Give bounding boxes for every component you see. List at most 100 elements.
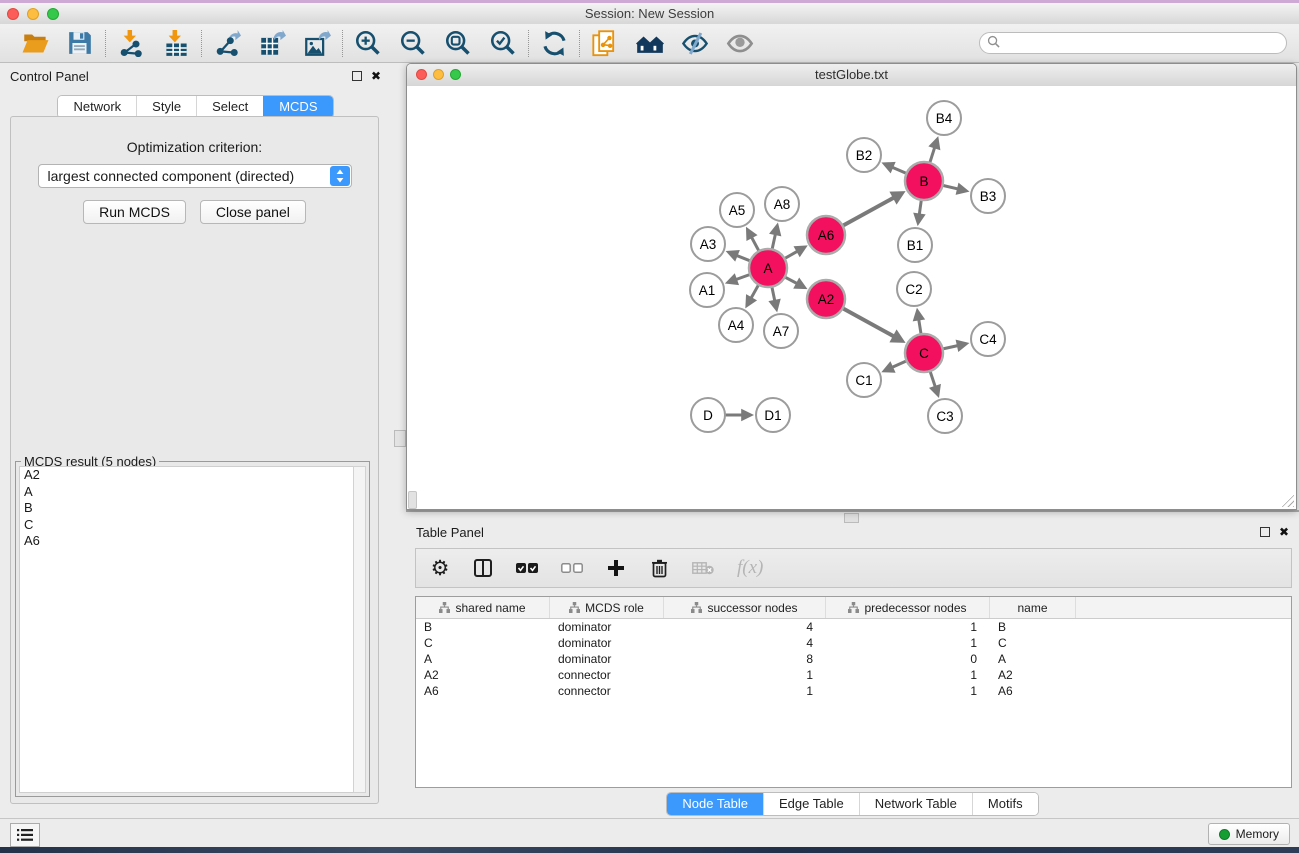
mcds-result-item[interactable]: A2: [20, 467, 354, 484]
table-row[interactable]: A2connector11A2: [416, 667, 1291, 683]
zoom-fit-icon[interactable]: [444, 29, 472, 57]
run-mcds-button[interactable]: Run MCDS: [83, 200, 186, 224]
graph-node-A6[interactable]: A6: [807, 216, 845, 254]
horizontal-splitter[interactable]: [406, 510, 1299, 512]
cell-predecessor-nodes[interactable]: 1: [826, 636, 990, 650]
graph-node-A1[interactable]: A1: [690, 273, 724, 307]
cell-mcds-role[interactable]: connector: [550, 684, 664, 698]
cell-predecessor-nodes[interactable]: 0: [826, 652, 990, 666]
mcds-result-item[interactable]: A6: [20, 533, 354, 550]
import-network-icon[interactable]: [117, 29, 145, 57]
graph-node-A7[interactable]: A7: [764, 314, 798, 348]
zoom-out-icon[interactable]: [399, 29, 427, 57]
zoom-selected-icon[interactable]: [489, 29, 517, 57]
graph-node-A3[interactable]: A3: [691, 227, 725, 261]
close-panel-button[interactable]: Close panel: [200, 200, 306, 224]
tab-network[interactable]: Network: [58, 96, 136, 118]
network-window-titlebar[interactable]: testGlobe.txt: [407, 64, 1296, 87]
graph-node-B2[interactable]: B2: [847, 138, 881, 172]
column-header-name[interactable]: name: [990, 597, 1076, 618]
graph-node-A5[interactable]: A5: [720, 193, 754, 227]
import-table-icon[interactable]: [162, 29, 190, 57]
close-table-panel-icon[interactable]: ✖: [1279, 527, 1289, 537]
network-graph[interactable]: B4B2BB3A5A8A6A3AB1A1A2C2A4A7C4CC1C3DD1: [407, 86, 1295, 509]
float-table-panel-icon[interactable]: [1260, 527, 1270, 537]
show-selection-icon[interactable]: [726, 29, 754, 57]
cell-successor-nodes[interactable]: 4: [664, 636, 826, 650]
tab-motifs[interactable]: Motifs: [972, 793, 1038, 815]
table-row[interactable]: A6connector11A6: [416, 683, 1291, 699]
cell-name[interactable]: A6: [990, 684, 1076, 698]
mcds-result-item[interactable]: C: [20, 517, 354, 534]
show-all-windows-icon[interactable]: [636, 29, 664, 57]
save-session-icon[interactable]: [66, 29, 94, 57]
cell-predecessor-nodes[interactable]: 1: [826, 668, 990, 682]
cell-name[interactable]: C: [990, 636, 1076, 650]
float-panel-icon[interactable]: [352, 71, 362, 81]
graph-node-D1[interactable]: D1: [756, 398, 790, 432]
column-header-mcds-role[interactable]: MCDS role: [550, 597, 664, 618]
graph-node-C1[interactable]: C1: [847, 363, 881, 397]
column-header-predecessor-nodes[interactable]: predecessor nodes: [826, 597, 990, 618]
graph-node-D[interactable]: D: [691, 398, 725, 432]
export-network-icon[interactable]: [213, 29, 241, 57]
memory-button[interactable]: Memory: [1208, 823, 1290, 845]
cell-mcds-role[interactable]: dominator: [550, 636, 664, 650]
delete-table-icon[interactable]: [692, 556, 714, 580]
new-network-from-file-icon[interactable]: [591, 29, 619, 57]
network-canvas[interactable]: B4B2BB3A5A8A6A3AB1A1A2C2A4A7C4CC1C3DD1: [407, 86, 1296, 509]
graph-node-C3[interactable]: C3: [928, 399, 962, 433]
cell-shared-name[interactable]: A6: [416, 684, 550, 698]
hide-selection-icon[interactable]: [681, 29, 709, 57]
cell-shared-name[interactable]: A2: [416, 668, 550, 682]
network-close-button[interactable]: [416, 69, 427, 80]
cell-successor-nodes[interactable]: 8: [664, 652, 826, 666]
close-window-button[interactable]: [7, 8, 19, 20]
cell-name[interactable]: A2: [990, 668, 1076, 682]
graph-node-B4[interactable]: B4: [927, 101, 961, 135]
split-panel-icon[interactable]: [473, 556, 493, 580]
graph-edge-A6-B[interactable]: [841, 197, 895, 227]
cell-mcds-role[interactable]: dominator: [550, 620, 664, 634]
tab-select[interactable]: Select: [196, 96, 263, 118]
tab-network-table[interactable]: Network Table: [859, 793, 972, 815]
table-row[interactable]: Bdominator41B: [416, 619, 1291, 635]
close-panel-icon[interactable]: ✖: [371, 71, 381, 81]
cell-mcds-role[interactable]: connector: [550, 668, 664, 682]
apply-layout-icon[interactable]: [540, 29, 568, 57]
search-field[interactable]: [979, 32, 1287, 54]
cell-successor-nodes[interactable]: 4: [664, 620, 826, 634]
mcds-result-item[interactable]: B: [20, 500, 354, 517]
cell-mcds-role[interactable]: dominator: [550, 652, 664, 666]
network-minimize-button[interactable]: [433, 69, 444, 80]
cell-shared-name[interactable]: C: [416, 636, 550, 650]
select-all-rows-icon[interactable]: [516, 556, 538, 580]
tab-edge-table[interactable]: Edge Table: [763, 793, 859, 815]
graph-node-A[interactable]: A: [749, 249, 787, 287]
export-image-icon[interactable]: [303, 29, 331, 57]
graph-node-B1[interactable]: B1: [898, 228, 932, 262]
cell-name[interactable]: A: [990, 652, 1076, 666]
tab-style[interactable]: Style: [136, 96, 196, 118]
graph-node-B[interactable]: B: [905, 162, 943, 200]
table-row[interactable]: Cdominator41C: [416, 635, 1291, 651]
graph-node-C2[interactable]: C2: [897, 272, 931, 306]
table-row[interactable]: Adominator80A: [416, 651, 1291, 667]
criterion-dropdown[interactable]: largest connected component (directed): [38, 164, 352, 188]
tab-node-table[interactable]: Node Table: [667, 793, 763, 815]
cell-successor-nodes[interactable]: 1: [664, 668, 826, 682]
graph-node-C4[interactable]: C4: [971, 322, 1005, 356]
cell-successor-nodes[interactable]: 1: [664, 684, 826, 698]
graph-node-B3[interactable]: B3: [971, 179, 1005, 213]
function-builder-icon[interactable]: f(x): [737, 556, 763, 580]
network-zoom-button[interactable]: [450, 69, 461, 80]
column-header-shared-name[interactable]: shared name: [416, 597, 550, 618]
cell-predecessor-nodes[interactable]: 1: [826, 620, 990, 634]
cell-shared-name[interactable]: A: [416, 652, 550, 666]
minimize-window-button[interactable]: [27, 8, 39, 20]
graph-node-A2[interactable]: A2: [807, 280, 845, 318]
vertical-splitter-grip[interactable]: [394, 430, 406, 447]
graph-node-A8[interactable]: A8: [765, 187, 799, 221]
export-table-icon[interactable]: [258, 29, 286, 57]
column-header-successor-nodes[interactable]: successor nodes: [664, 597, 826, 618]
